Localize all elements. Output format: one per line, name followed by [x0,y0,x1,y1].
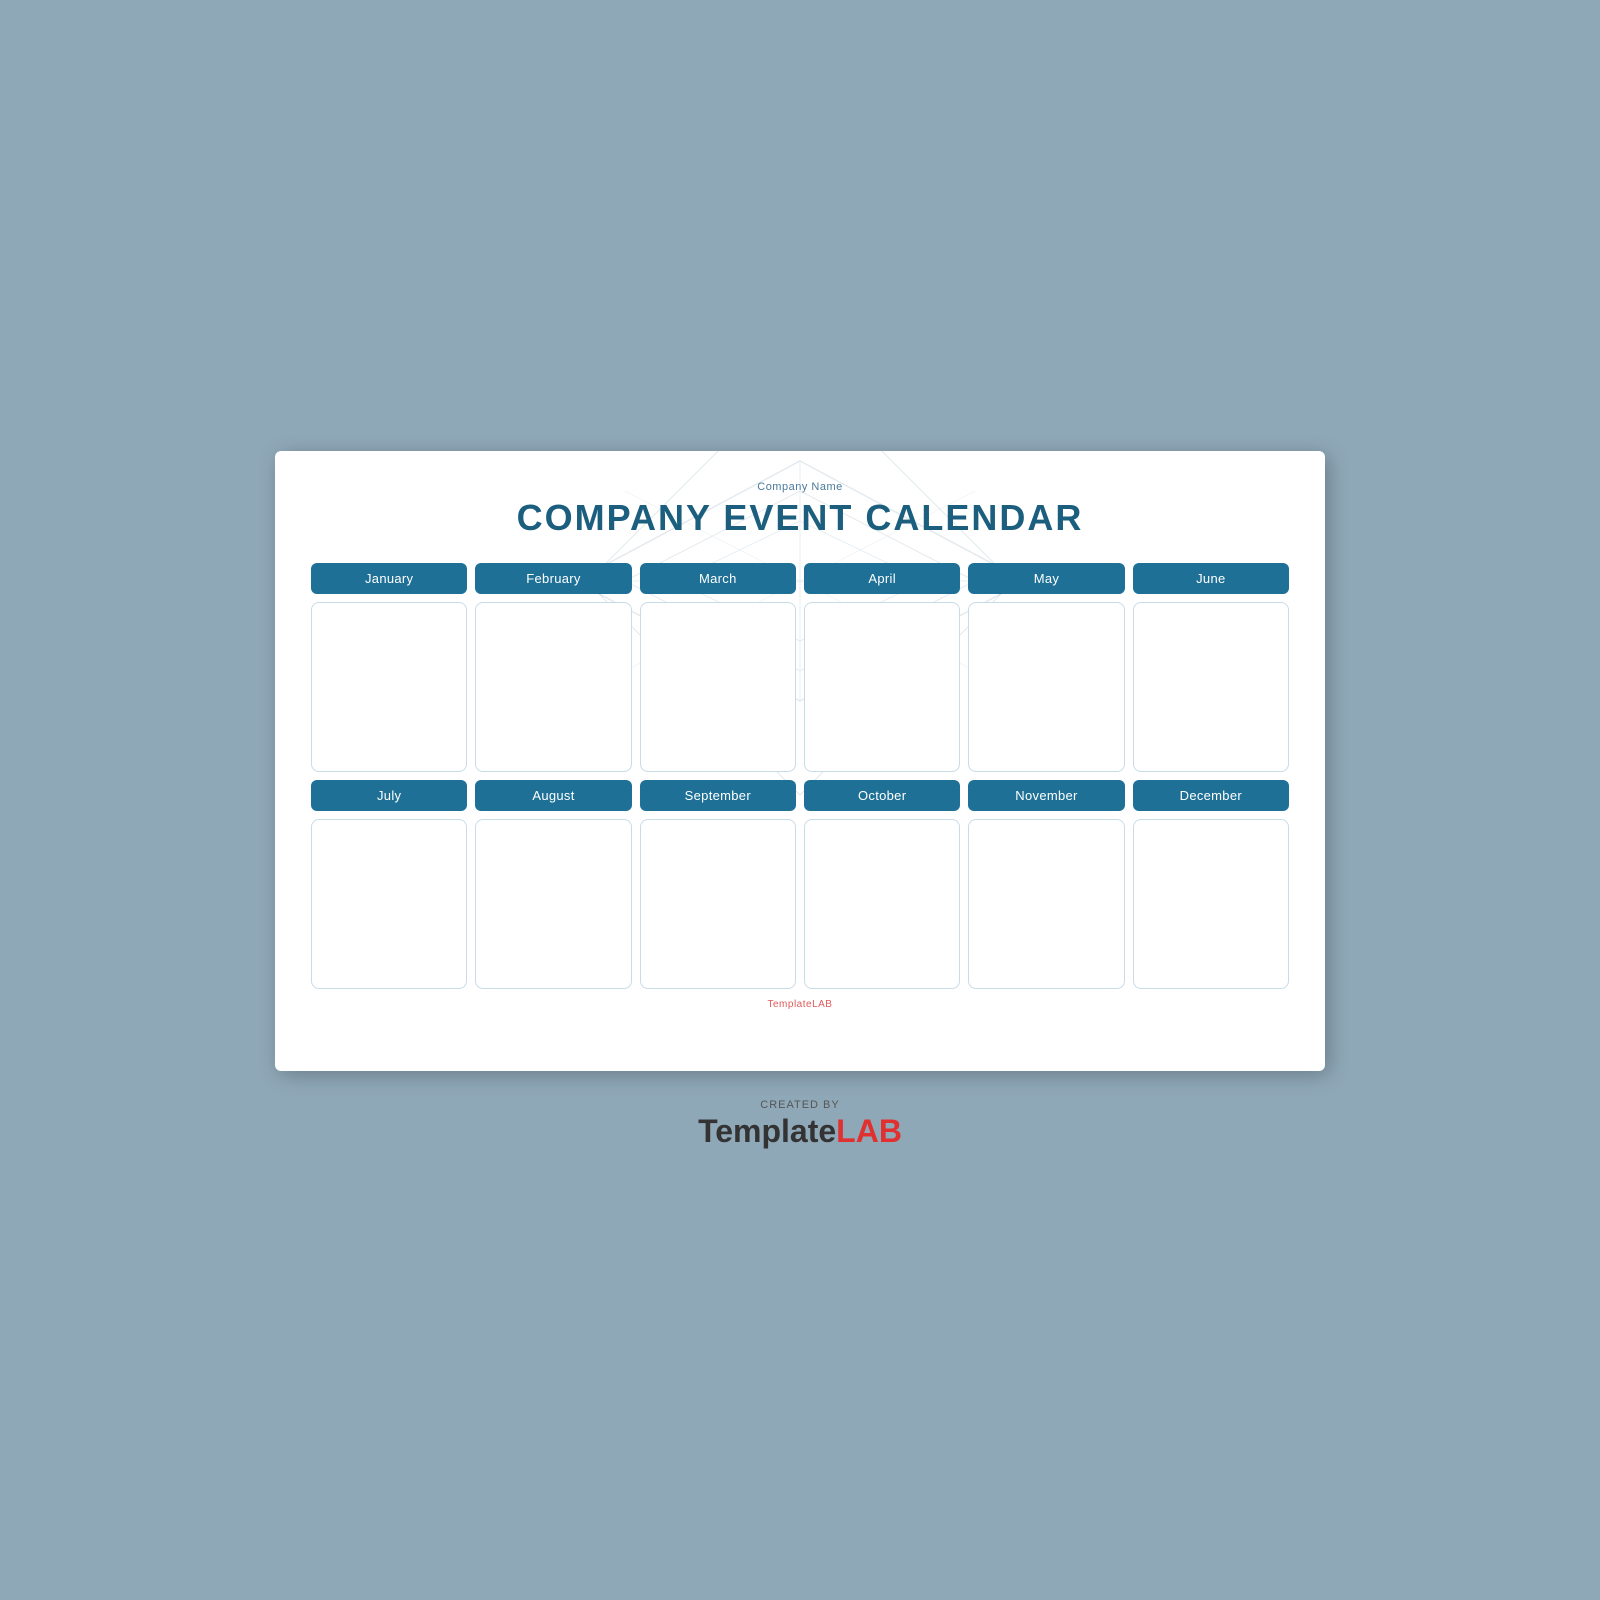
months-row-1-content [311,602,1289,772]
month-header-january: January [311,563,467,594]
month-header-july: July [311,780,467,811]
month-header-april: April [804,563,960,594]
month-content-march[interactable] [640,602,796,772]
lab-text: LAB [836,1113,902,1149]
month-content-april[interactable] [804,602,960,772]
month-content-october[interactable] [804,819,960,989]
month-content-february[interactable] [475,602,631,772]
month-content-july[interactable] [311,819,467,989]
month-header-october: October [804,780,960,811]
month-header-august: August [475,780,631,811]
footer-brand: TemplateLAB [311,999,1289,1010]
month-content-may[interactable] [968,602,1124,772]
month-header-february: February [475,563,631,594]
month-content-august[interactable] [475,819,631,989]
month-header-june: June [1133,563,1289,594]
created-by-label: CREATED BY [698,1099,902,1111]
calendar-title: COMPANY EVENT CALENDAR [311,497,1289,539]
month-header-september: September [640,780,796,811]
months-row-1-headers: January February March April May June [311,563,1289,594]
month-content-december[interactable] [1133,819,1289,989]
month-header-march: March [640,563,796,594]
months-row-2-content [311,819,1289,989]
month-content-january[interactable] [311,602,467,772]
months-row-2-headers: July August September October November D… [311,780,1289,811]
month-content-september[interactable] [640,819,796,989]
month-header-december: December [1133,780,1289,811]
month-header-may: May [968,563,1124,594]
month-header-november: November [968,780,1124,811]
bottom-logo: CREATED BY TemplateLAB [698,1099,902,1150]
template-text: Template [698,1113,836,1149]
template-lab-logo: TemplateLAB [698,1113,902,1150]
month-content-june[interactable] [1133,602,1289,772]
calendar-card: Company Name COMPANY EVENT CALENDAR Janu… [275,451,1325,1071]
company-name-label: Company Name [311,481,1289,493]
page-wrapper: Company Name COMPANY EVENT CALENDAR Janu… [0,0,1600,1600]
month-content-november[interactable] [968,819,1124,989]
